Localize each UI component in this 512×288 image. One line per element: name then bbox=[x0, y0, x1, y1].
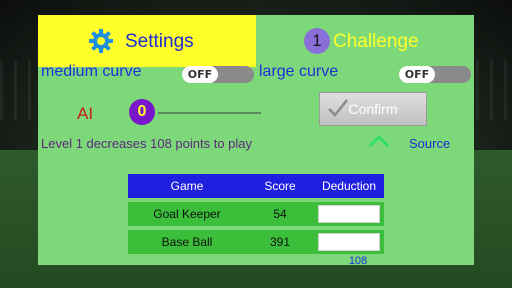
deduction-input[interactable] bbox=[318, 205, 380, 223]
large-curve-toggle-state: OFF bbox=[399, 66, 435, 83]
ai-label: AI bbox=[77, 104, 94, 123]
ai-slider-thumb[interactable]: 0 bbox=[129, 99, 155, 125]
table-row: Goal Keeper 54 bbox=[128, 202, 384, 226]
level-info-text: Level 1 decreases 108 points to play bbox=[41, 136, 253, 151]
settings-panel: Settings 1 Challenge medium curve OFF la… bbox=[38, 15, 474, 265]
deduction-total: 108 bbox=[348, 255, 368, 265]
deduction-table: Game Score Deduction Goal Keeper 54 Base… bbox=[128, 174, 384, 254]
table-header: Game Score Deduction bbox=[128, 174, 384, 198]
challenge-count-badge: 1 bbox=[304, 28, 330, 54]
medium-curve-toggle[interactable]: OFF bbox=[182, 66, 254, 83]
tab-challenge-label: Challenge bbox=[333, 31, 419, 52]
medium-curve-toggle-state: OFF bbox=[182, 66, 218, 83]
header-game: Game bbox=[170, 179, 204, 193]
tab-settings[interactable]: Settings bbox=[38, 15, 256, 67]
header-score: Score bbox=[264, 179, 296, 193]
tab-challenge[interactable]: 1 Challenge bbox=[256, 15, 474, 67]
tab-settings-label: Settings bbox=[125, 31, 194, 52]
confirm-button[interactable]: Confirm bbox=[319, 92, 427, 126]
check-icon bbox=[328, 99, 348, 117]
confirm-button-label: Confirm bbox=[348, 101, 398, 117]
medium-curve-label: medium curve bbox=[41, 63, 142, 80]
ai-slider-track[interactable] bbox=[158, 112, 261, 114]
chevron-up-icon[interactable] bbox=[368, 134, 390, 148]
deduction-input[interactable] bbox=[318, 233, 380, 251]
source-link[interactable]: Source bbox=[409, 136, 450, 151]
row-game: Base Ball bbox=[161, 235, 213, 249]
row-game: Goal Keeper bbox=[153, 207, 221, 221]
row-score: 54 bbox=[273, 207, 287, 221]
gear-icon bbox=[89, 29, 113, 53]
header-deduction: Deduction bbox=[321, 179, 377, 193]
table-row: Base Ball 391 bbox=[128, 230, 384, 254]
large-curve-label: large curve bbox=[259, 63, 339, 80]
row-score: 391 bbox=[269, 235, 291, 249]
large-curve-toggle[interactable]: OFF bbox=[399, 66, 471, 83]
